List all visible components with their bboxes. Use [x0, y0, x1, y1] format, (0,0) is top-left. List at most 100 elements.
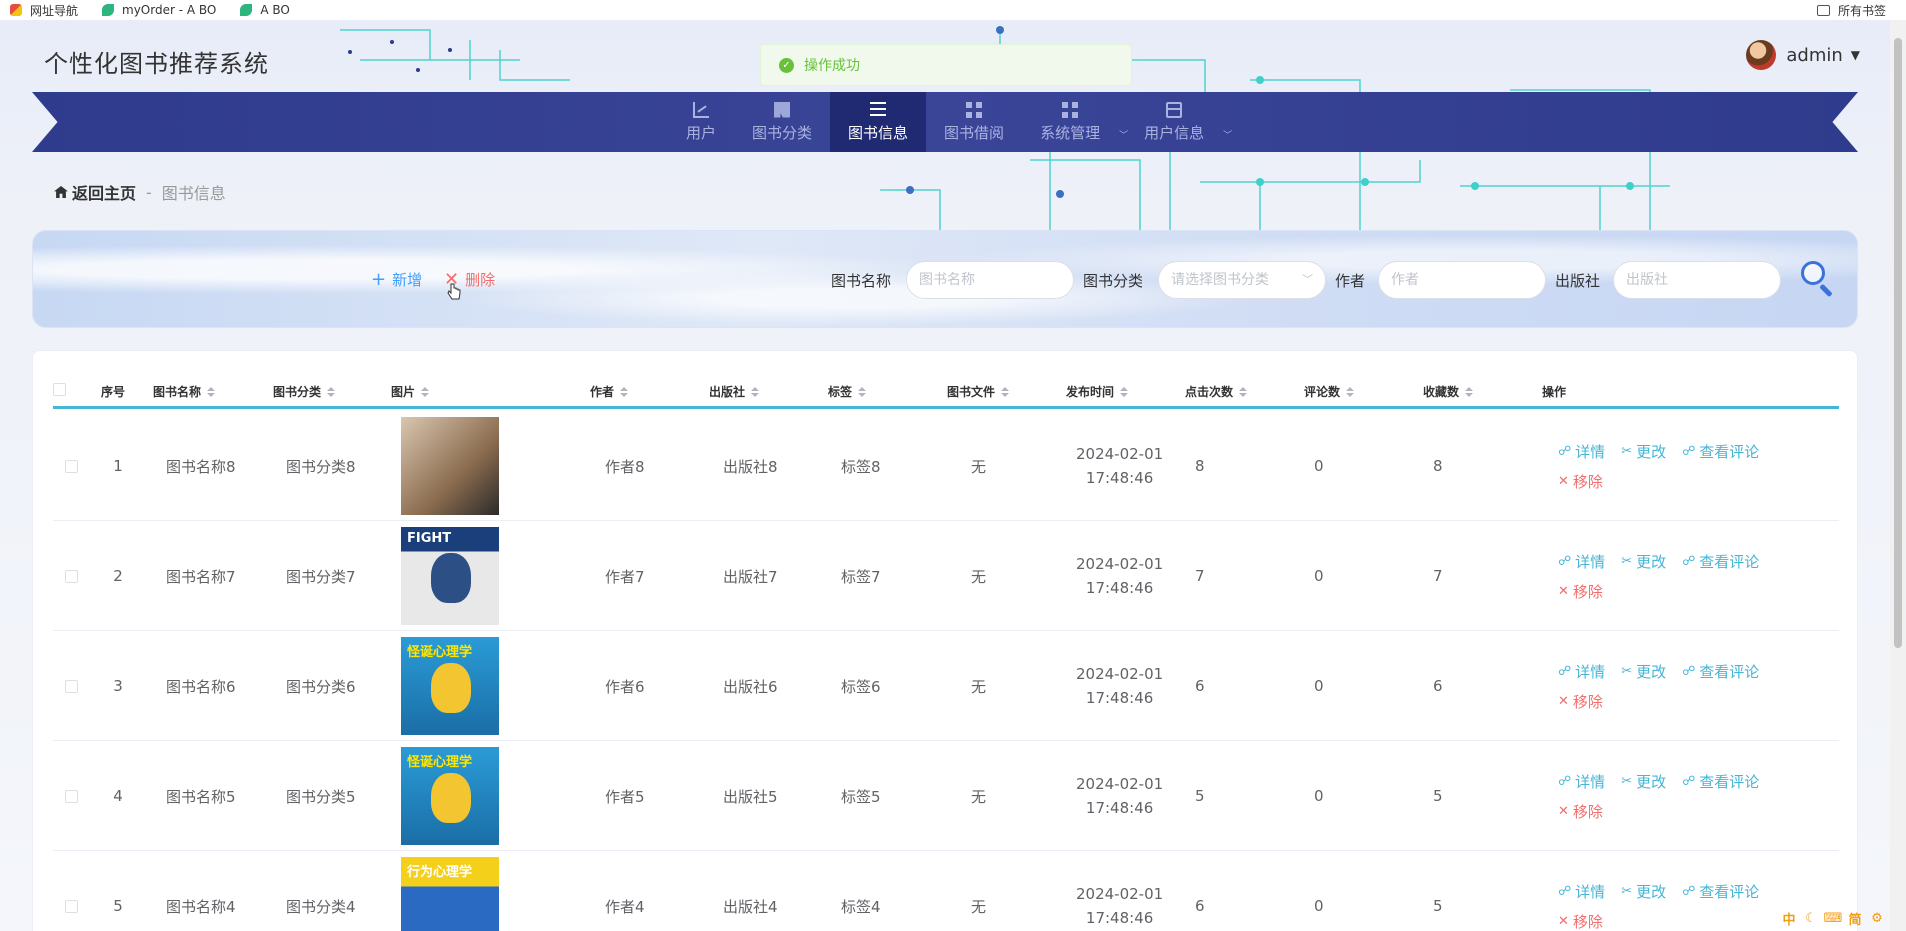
- gear-icon[interactable]: ⚙: [1868, 909, 1886, 927]
- detail-button[interactable]: ☍ 详情: [1558, 438, 1605, 466]
- view-comments-button[interactable]: ☍ 查看评论: [1682, 658, 1759, 686]
- remove-button[interactable]: ✕ 移除: [1558, 908, 1603, 931]
- detail-icon: ☍: [1558, 664, 1572, 679]
- remove-label: 移除: [1572, 473, 1603, 491]
- cell-publisher: 出版社4: [723, 897, 778, 916]
- view-comments-button[interactable]: ☍ 查看评论: [1682, 438, 1759, 466]
- cell-no: 5: [113, 897, 123, 915]
- author-input[interactable]: 作者: [1378, 261, 1546, 299]
- home-icon: [54, 186, 68, 198]
- col-image[interactable]: 图片: [391, 383, 430, 400]
- cell-category: 图书分类8: [286, 457, 356, 476]
- comments-icon: ☍: [1682, 884, 1696, 899]
- nav-item-user-info[interactable]: 用户信息 ﹀: [1126, 92, 1232, 152]
- row-checkbox[interactable]: [65, 521, 78, 631]
- success-toast: ✓ 操作成功: [760, 44, 1132, 86]
- sort-icon: [751, 386, 760, 397]
- nav-item-book-borrow[interactable]: 图书借阅: [926, 92, 1022, 152]
- user-name: admin: [1786, 44, 1843, 66]
- edit-button[interactable]: ✂ 更改: [1621, 438, 1666, 466]
- edit-button[interactable]: ✂ 更改: [1621, 548, 1666, 576]
- detail-button[interactable]: ☍ 详情: [1558, 768, 1605, 796]
- cell-name: 图书名称6: [166, 677, 236, 696]
- simplified-icon[interactable]: 简: [1846, 909, 1864, 928]
- edit-button[interactable]: ✂ 更改: [1621, 658, 1666, 686]
- bookmark-label: myOrder - A BO: [122, 3, 217, 17]
- edit-button[interactable]: ✂ 更改: [1621, 768, 1666, 796]
- cell-tag: 标签7: [841, 567, 881, 586]
- delete-label: 删除: [465, 271, 496, 289]
- remove-button[interactable]: ✕ 移除: [1558, 688, 1603, 716]
- col-file[interactable]: 图书文件: [947, 383, 1010, 400]
- remove-button[interactable]: ✕ 移除: [1558, 578, 1603, 606]
- detail-button[interactable]: ☍ 详情: [1558, 878, 1605, 906]
- view-comments-button[interactable]: ☍ 查看评论: [1682, 548, 1759, 576]
- row-checkbox[interactable]: [65, 411, 78, 521]
- remove-button[interactable]: ✕ 移除: [1558, 798, 1603, 826]
- all-bookmarks-label: 所有书签: [1837, 4, 1886, 18]
- bookmark-item[interactable]: A BO: [240, 3, 290, 17]
- user-menu[interactable]: admin ▼: [1746, 40, 1860, 70]
- bookmark-item[interactable]: 网址导航: [10, 2, 78, 19]
- cell-tag: 标签6: [841, 677, 881, 696]
- col-author[interactable]: 作者: [590, 383, 629, 400]
- col-category[interactable]: 图书分类: [273, 383, 336, 400]
- detail-icon: ☍: [1558, 444, 1572, 459]
- col-name[interactable]: 图书名称: [153, 383, 216, 400]
- detail-label: 详情: [1575, 773, 1606, 791]
- remove-button[interactable]: ✕ 移除: [1558, 468, 1603, 496]
- ime-icon[interactable]: 中: [1780, 909, 1798, 928]
- add-button[interactable]: + 新增: [371, 269, 422, 290]
- nav-item-book-info[interactable]: 图书信息: [830, 92, 927, 152]
- detail-button[interactable]: ☍ 详情: [1558, 658, 1605, 686]
- cell-date: 2024-02-01 17:48:46: [1076, 631, 1163, 741]
- keyboard-icon[interactable]: ⌨: [1824, 909, 1843, 927]
- all-bookmarks[interactable]: 所有书签: [1816, 2, 1886, 19]
- col-favorites[interactable]: 收藏数: [1423, 383, 1474, 400]
- view-comments-button[interactable]: ☍ 查看评论: [1682, 768, 1759, 796]
- edit-button[interactable]: ✂ 更改: [1621, 878, 1666, 906]
- book-name-label: 图书名称: [831, 272, 892, 290]
- nav-item-book-category[interactable]: 图书分类: [734, 92, 830, 152]
- category-select[interactable]: 请选择图书分类 ﹀: [1158, 261, 1326, 299]
- cell-comments: 0: [1314, 897, 1324, 915]
- cell-image[interactable]: FIGHT: [401, 521, 499, 631]
- nav-item-users[interactable]: 用户: [668, 92, 734, 152]
- view-comments-button[interactable]: ☍ 查看评论: [1682, 878, 1759, 906]
- bookmark-item[interactable]: myOrder - A BO: [102, 3, 216, 17]
- select-all-checkbox[interactable]: [53, 383, 66, 396]
- publisher-input[interactable]: 出版社: [1613, 261, 1781, 299]
- cell-image[interactable]: 怪诞心理学: [401, 741, 499, 851]
- date-time: 17:48:46: [1085, 469, 1154, 487]
- view-comments-label: 查看评论: [1699, 553, 1760, 571]
- cell-date: 2024-02-01 17:48:46: [1076, 851, 1163, 931]
- detail-icon: ☍: [1558, 554, 1572, 569]
- breadcrumb-home[interactable]: 返回主页: [72, 180, 136, 204]
- row-checkbox[interactable]: [65, 631, 78, 741]
- sort-icon: [327, 386, 336, 397]
- col-clicks[interactable]: 点击次数: [1185, 383, 1248, 400]
- search-button[interactable]: [1799, 259, 1835, 298]
- cell-image[interactable]: [401, 411, 499, 521]
- cell-publisher: 出版社5: [723, 787, 778, 806]
- cell-comments: 0: [1314, 567, 1324, 585]
- view-comments-label: 查看评论: [1699, 663, 1760, 681]
- nav-item-system-admin[interactable]: 系统管理 ﹀: [1022, 92, 1128, 152]
- col-tag[interactable]: 标签: [828, 383, 867, 400]
- cell-image[interactable]: 行为心理学: [401, 851, 499, 931]
- nav-label: 图书分类: [752, 123, 813, 142]
- scrollbar-thumb[interactable]: [1894, 38, 1902, 648]
- hand-cursor-icon: [447, 283, 461, 300]
- moon-icon[interactable]: ☾: [1802, 909, 1820, 927]
- row-checkbox[interactable]: [65, 741, 78, 851]
- col-publisher[interactable]: 出版社: [709, 383, 760, 400]
- detail-button[interactable]: ☍ 详情: [1558, 548, 1605, 576]
- col-label: 收藏数: [1423, 385, 1460, 399]
- col-comments[interactable]: 评论数: [1304, 383, 1355, 400]
- cell-clicks: 7: [1195, 567, 1205, 585]
- book-name-input[interactable]: 图书名称: [906, 261, 1074, 299]
- row-checkbox[interactable]: [65, 851, 78, 931]
- cell-image[interactable]: 怪诞心理学: [401, 631, 499, 741]
- col-date[interactable]: 发布时间: [1066, 383, 1129, 400]
- scrollbar[interactable]: [1890, 20, 1906, 931]
